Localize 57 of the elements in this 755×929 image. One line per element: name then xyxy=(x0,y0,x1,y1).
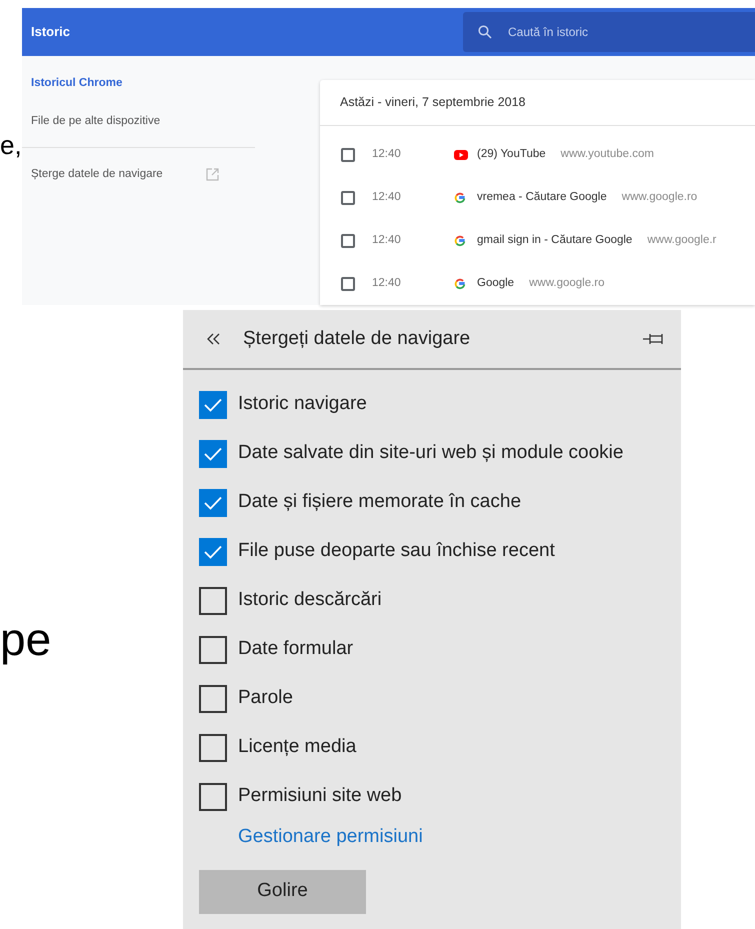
option-label: Istoric descărcări xyxy=(238,588,382,612)
manage-permissions-link[interactable]: Gestionare permisiuni xyxy=(238,823,423,852)
option-label: File puse deoparte sau închise recent xyxy=(238,539,555,564)
checkmark-icon xyxy=(204,446,222,460)
search-icon xyxy=(478,25,492,39)
article-text: e, xyxy=(0,132,22,158)
option-checkbox[interactable] xyxy=(199,734,227,762)
clear-button[interactable]: Golire xyxy=(199,870,366,914)
option-label: Date salvate din site-uri web și module cookie xyxy=(238,441,624,466)
g-letter-icon xyxy=(454,192,466,204)
domain-text: www.google.ro xyxy=(622,190,698,205)
option-label: Parole xyxy=(238,686,293,710)
visit-time: 12:40 xyxy=(372,276,402,291)
date-heading: Astăzi - vineri, 7 septembrie 2018 xyxy=(320,80,755,126)
sidebar-item[interactable]: Istoricul Chrome xyxy=(31,75,122,92)
option-checkbox[interactable] xyxy=(199,440,227,468)
row-checkbox[interactable] xyxy=(341,234,355,248)
page-title: Istoric xyxy=(31,23,72,42)
domain-text: www.google.r xyxy=(647,232,716,248)
domain-text: www.google.ro xyxy=(529,276,605,291)
double-chevron-left-icon[interactable] xyxy=(207,333,221,345)
option-label: Date formular xyxy=(238,637,354,662)
search-field[interactable]: Caută în istoric xyxy=(463,12,755,52)
visit-time: 12:40 xyxy=(372,146,402,162)
option-checkbox[interactable] xyxy=(199,488,227,516)
option-checkbox[interactable] xyxy=(199,390,227,418)
external-link-icon xyxy=(206,168,219,181)
option-label: Licențe media xyxy=(238,735,356,760)
page-title-link[interactable]: (29) YouTube xyxy=(477,146,546,164)
article-text: pe xyxy=(0,616,52,662)
option-label: Istoric navigare xyxy=(238,392,367,416)
visit-time: 12:40 xyxy=(372,190,402,205)
page-title-link[interactable]: vremea - Căutare Google xyxy=(477,188,607,206)
page-title-link[interactable]: Google xyxy=(477,274,514,292)
checkmark-icon xyxy=(204,496,222,510)
row-checkbox[interactable] xyxy=(341,190,355,204)
checkmark-icon xyxy=(204,398,222,412)
visit-time: 12:40 xyxy=(372,232,402,248)
sidebar-item[interactable]: File de pe alte dispozitive xyxy=(31,113,160,130)
option-label: Permisiuni site web xyxy=(238,784,402,808)
page-title-link[interactable]: gmail sign in - Căutare Google xyxy=(477,232,632,250)
clear-data-link[interactable]: Șterge datele de navigare xyxy=(31,166,206,183)
row-checkbox[interactable] xyxy=(341,276,355,290)
option-checkbox[interactable] xyxy=(199,538,227,566)
g-letter-icon xyxy=(454,234,466,246)
option-label: Date și fișiere memorate în cache xyxy=(238,490,522,514)
domain-text: www.youtube.com xyxy=(560,146,654,162)
video-play-icon xyxy=(454,150,468,160)
checkmark-icon xyxy=(204,544,222,558)
option-checkbox[interactable] xyxy=(199,636,227,664)
option-checkbox[interactable] xyxy=(199,586,227,614)
option-checkbox[interactable] xyxy=(199,782,227,810)
option-checkbox[interactable] xyxy=(199,684,227,712)
row-checkbox[interactable] xyxy=(341,148,355,162)
g-letter-icon xyxy=(454,278,466,290)
search-input[interactable]: Caută în istoric xyxy=(508,23,708,41)
panel-title: Ștergeți datele de navigare xyxy=(243,326,472,351)
